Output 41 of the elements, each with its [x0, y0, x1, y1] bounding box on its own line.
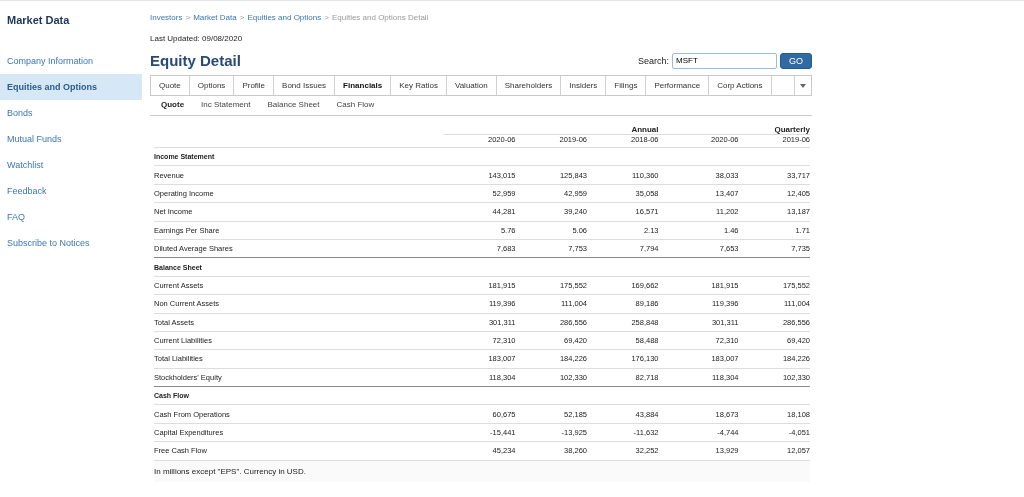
sidebar-item[interactable]: Watchlist	[0, 152, 142, 178]
last-updated-text: Last Updated: 09/08/2020	[150, 34, 243, 43]
caret-icon	[800, 83, 806, 88]
sidebar-item[interactable]: Company Information	[0, 48, 142, 74]
footnote-text: In millions except "EPS". Currency in USD.	[154, 466, 306, 476]
sidebar-item[interactable]: Feedback	[0, 178, 142, 204]
breadcrumb-separator: >	[239, 13, 245, 22]
sidebar-item[interactable]: Subscribe to Notices	[0, 230, 142, 256]
subtab[interactable]: Cash Flow	[336, 100, 375, 109]
tab[interactable]: Valuation	[446, 76, 497, 95]
tab[interactable]: Options	[189, 76, 235, 95]
breadcrumb-separator: >	[185, 13, 191, 22]
page-title: Equity Detail	[150, 52, 241, 69]
tab[interactable]: Financials	[335, 76, 392, 95]
tab[interactable]: Shareholders	[496, 76, 562, 95]
sidebar-title: Market Data	[7, 14, 70, 26]
breadcrumb-link[interactable]: Market Data	[193, 13, 237, 22]
breadcrumb-current: Equities and Options Detail	[331, 13, 429, 22]
tab[interactable]: Profile	[234, 76, 275, 95]
tab[interactable]: Quote	[151, 76, 190, 95]
sidebar-item[interactable]: Bonds	[0, 100, 142, 126]
search-field[interactable]: MSFT	[672, 52, 777, 69]
tab[interactable]: Bond Issues	[274, 76, 336, 95]
subtab[interactable]: Quote	[161, 100, 185, 109]
tab[interactable]: Filings	[606, 76, 647, 95]
sidebar-item[interactable]: Mutual Funds	[0, 126, 142, 152]
column-group-header: Annual	[631, 125, 659, 134]
search-label: Search:	[637, 55, 669, 66]
tab[interactable]: Key Ratios	[391, 76, 447, 95]
tab[interactable]: Performance	[646, 76, 710, 95]
breadcrumb-link[interactable]: Investors	[150, 13, 183, 22]
go-button[interactable]: GO	[780, 52, 812, 69]
tab[interactable]: Corp Actions	[709, 76, 772, 95]
tab[interactable]: Insiders	[561, 76, 607, 95]
breadcrumb-link[interactable]: Equities and Options	[247, 13, 322, 22]
sidebar-item[interactable]: FAQ	[0, 204, 142, 230]
breadcrumb-separator: >	[324, 13, 329, 22]
subtab[interactable]: Inc Statement	[201, 100, 251, 109]
subtab[interactable]: Balance Sheet	[267, 100, 320, 109]
column-group-header: Quarterly	[774, 125, 810, 134]
sidebar-item[interactable]: Equities and Options	[0, 74, 142, 100]
